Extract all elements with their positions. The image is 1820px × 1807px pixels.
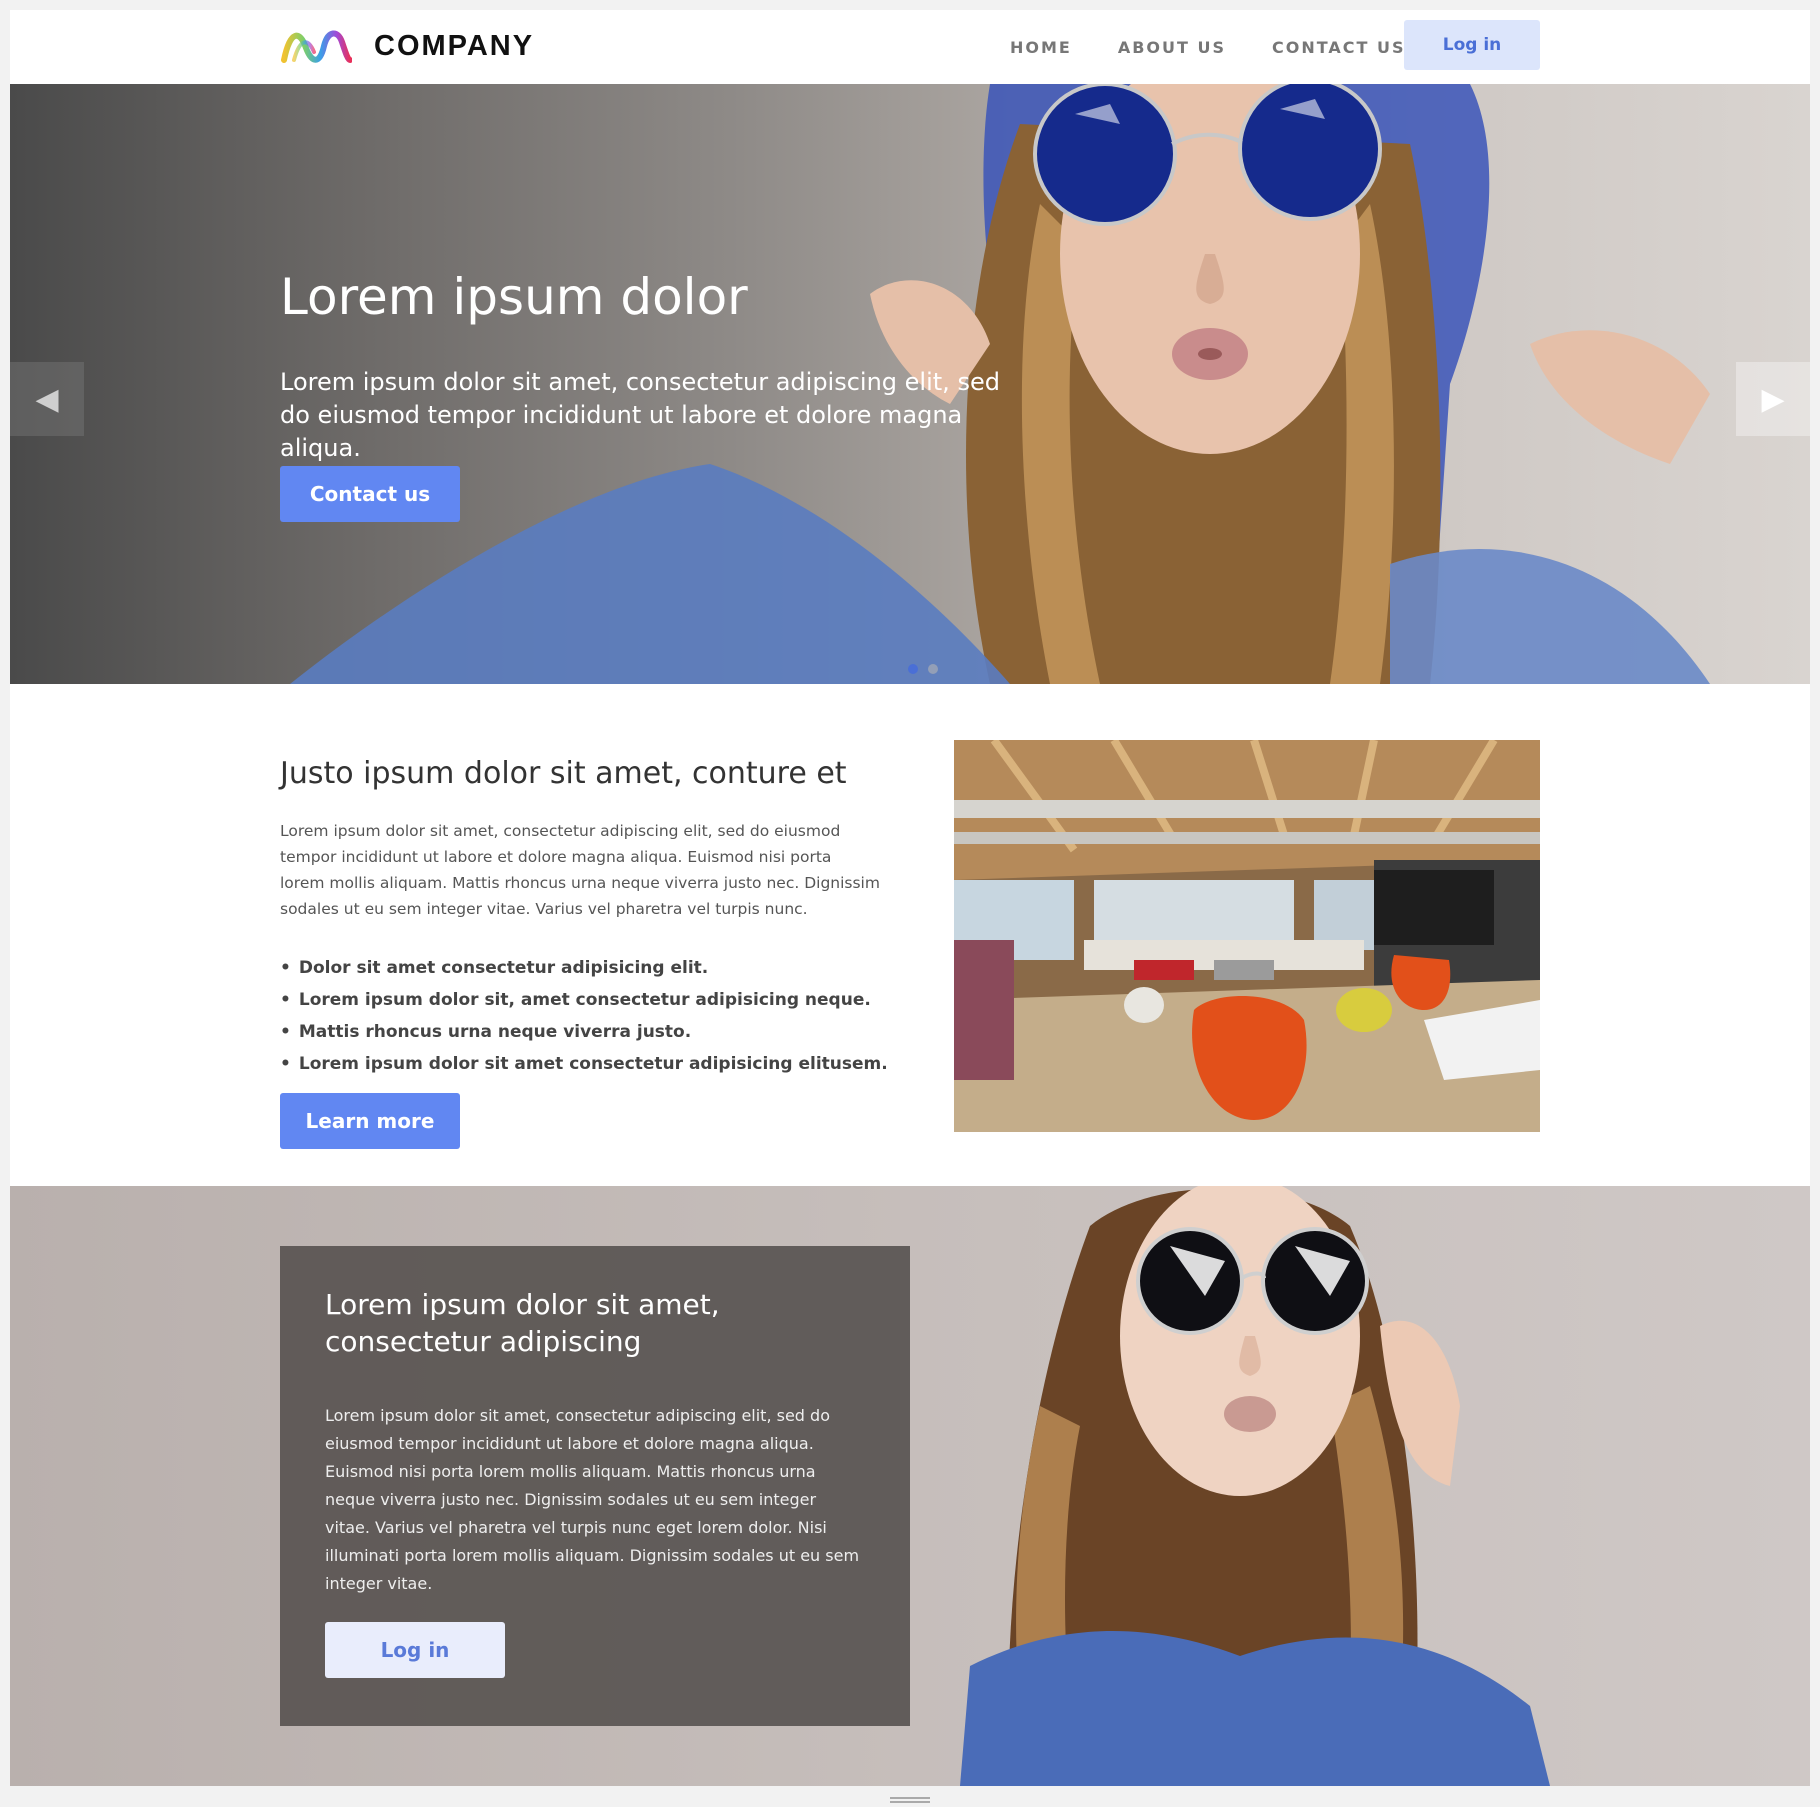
hero-title: Lorem ipsum dolor [280, 268, 748, 326]
promo-card: Lorem ipsum dolor sit amet, consectetur … [280, 1246, 910, 1726]
company-logo-icon [281, 30, 352, 63]
nav-home[interactable]: HOME [1010, 38, 1072, 57]
site-header: COMPANY HOME ABOUT US CONTACT US Log in [10, 10, 1810, 85]
slider-dot-2[interactable] [928, 664, 938, 674]
feature-list-item: Lorem ipsum dolor sit amet consectetur a… [280, 1048, 888, 1080]
promo-text: Lorem ipsum dolor sit amet, consectetur … [325, 1406, 860, 1593]
feature-text: Lorem ipsum dolor sit amet, consectetur … [280, 822, 880, 918]
page: COMPANY HOME ABOUT US CONTACT US Log in [10, 10, 1810, 1786]
slider-dot-1[interactable] [908, 664, 918, 674]
hero-slider: Lorem ipsum dolor Lorem ipsum dolor sit … [10, 84, 1810, 684]
slider-prev-button[interactable]: ◀ [10, 362, 84, 436]
slider-next-button[interactable]: ▶ [1736, 362, 1810, 436]
logo-text: COMPANY [374, 29, 535, 62]
feature-title: Justo ipsum dolor sit amet, conture et [280, 756, 847, 791]
feature-list-item: Lorem ipsum dolor sit, amet consectetur … [280, 984, 888, 1016]
chevron-left-icon: ◀ [35, 381, 59, 417]
resize-handle-icon[interactable] [890, 1797, 930, 1803]
hero-subtitle: Lorem ipsum dolor sit amet, consectetur … [280, 368, 1000, 462]
nav-about-us[interactable]: ABOUT US [1118, 38, 1226, 57]
feature-list-item: Dolor sit amet consectetur adipisicing e… [280, 952, 888, 984]
slider-dots [908, 664, 948, 674]
logo[interactable]: COMPANY [280, 26, 534, 66]
promo-section: Lorem ipsum dolor sit amet, consectetur … [10, 1186, 1810, 1786]
learn-more-button[interactable]: Learn more [280, 1093, 460, 1149]
feature-list: Dolor sit amet consectetur adipisicing e… [280, 952, 888, 1080]
chevron-right-icon: ▶ [1761, 381, 1785, 417]
feature-list-item: Mattis rhoncus urna neque viverra justo. [280, 1016, 888, 1048]
header-login-button[interactable]: Log in [1404, 20, 1540, 70]
promo-login-button[interactable]: Log in [325, 1622, 505, 1678]
nav-contact-us[interactable]: CONTACT US [1272, 38, 1406, 57]
office-photo [954, 740, 1540, 1132]
main-nav: HOME ABOUT US CONTACT US [1010, 10, 1452, 84]
contact-us-button[interactable]: Contact us [280, 466, 460, 522]
promo-title: Lorem ipsum dolor sit amet, consectetur … [325, 1288, 720, 1358]
